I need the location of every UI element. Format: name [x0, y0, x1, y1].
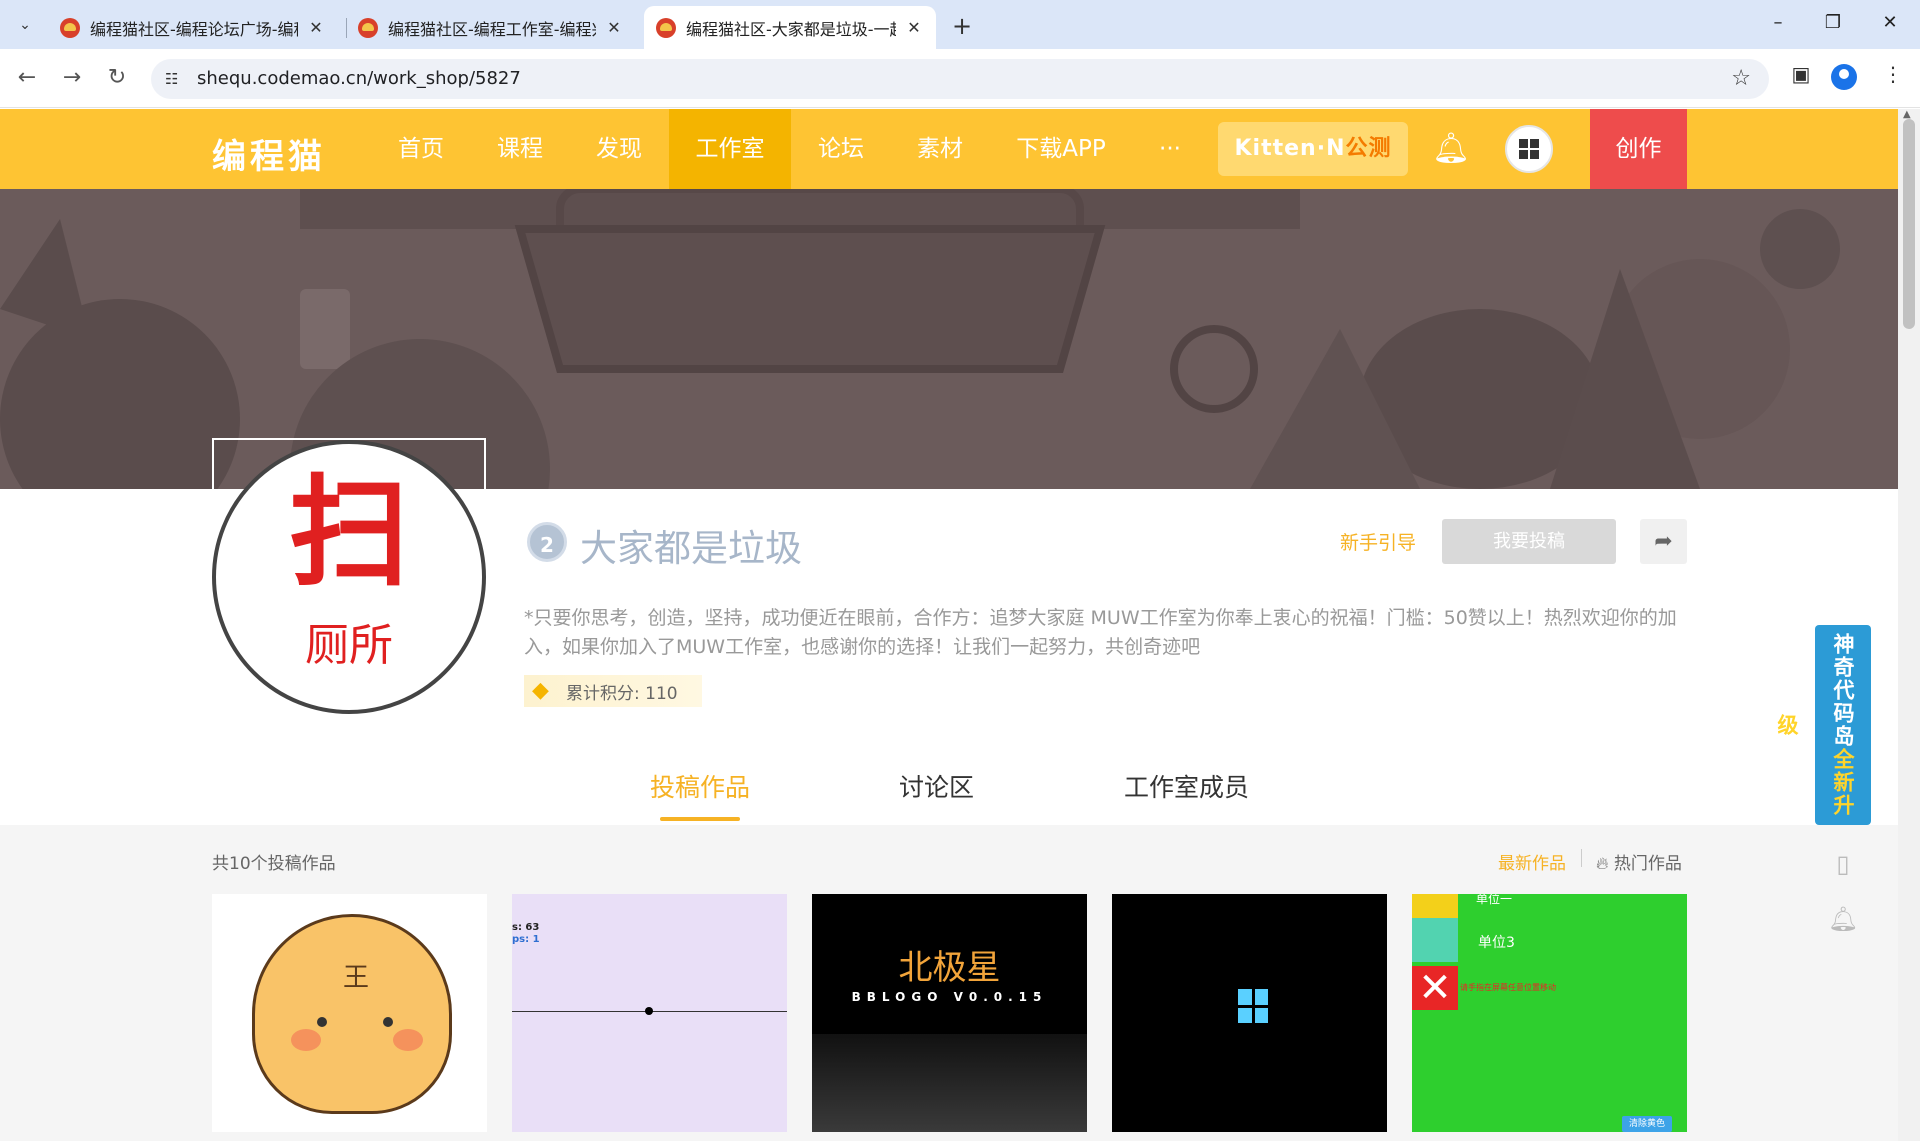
side-panel-icon[interactable]: ▣ [1786, 62, 1816, 86]
codemao-favicon-icon [656, 17, 676, 38]
tiger-eye [317, 1017, 327, 1027]
tab-discussion[interactable]: 讨论区 [899, 768, 974, 804]
browser-tabstrip: ⌄ 编程猫社区-编程论坛广场-编程 ✕ 编程猫社区-编程工作室-编程兴 ✕ 编程… [0, 0, 1920, 49]
studio-level-badge: 2 [527, 522, 567, 562]
kitten-label: Kitten·N [1234, 136, 1346, 161]
tab-submitted-works[interactable]: 投稿作品 [650, 768, 750, 804]
scrollbar-thumb[interactable] [1903, 119, 1915, 329]
codemao-favicon-icon [60, 17, 80, 38]
card5-clear-button: 清除黄色 [1622, 1116, 1672, 1132]
windows-logo-icon [1519, 139, 1539, 159]
minimize-icon[interactable]: – [1758, 12, 1798, 33]
card2-dot [645, 1007, 653, 1015]
tiger-eye [383, 1017, 393, 1027]
submit-work-button[interactable]: 我要投稿 [1442, 519, 1616, 564]
site-info-icon[interactable]: ☷ [165, 70, 178, 88]
studio-description: *只要你思考，创造，坚持，成功便近在眼前，合作方：追梦大家庭 MUW工作室为你奉… [524, 607, 1677, 658]
browser-toolbar: ← → ↻ ☷ shequ.codemao.cn/work_shop/5827 … [0, 49, 1920, 108]
card5-yellow-block [1412, 894, 1458, 918]
points-badge: ◆ 累计积分: 110 [524, 675, 702, 707]
close-icon[interactable]: ✕ [904, 18, 924, 37]
active-tab-underline [660, 817, 740, 821]
close-icon[interactable]: ✕ [604, 18, 624, 37]
profile-avatar-icon[interactable] [1831, 64, 1857, 90]
sort-popular-label: 热门作品 [1613, 854, 1682, 874]
fire-icon: 🔥︎ [1596, 854, 1609, 874]
new-tab-icon[interactable]: + [948, 12, 976, 40]
nav-home[interactable]: 首页 [385, 109, 457, 189]
nav-discover[interactable]: 发现 [583, 109, 655, 189]
card3-title: 北极星 [898, 948, 1001, 988]
points-label: 累计积分: 110 [566, 683, 678, 704]
work-card-2[interactable]: s: 63 ps: 1 [512, 894, 787, 1132]
reload-icon[interactable]: ↻ [102, 65, 132, 90]
card3-subtitle: BBLOGO V0.0.15 [851, 990, 1048, 1004]
avatar-frame [212, 438, 486, 498]
window-close-icon[interactable]: ✕ [1870, 12, 1910, 33]
windows-logo-icon [1238, 989, 1268, 1023]
url-text: shequ.codemao.cn/work_shop/5827 [197, 68, 521, 89]
card5-unit-label: 单位一 [1476, 894, 1513, 906]
work-card-3[interactable]: 北极星 BBLOGO V0.0.15 [812, 894, 1087, 1132]
card5-cyan-block [1412, 918, 1458, 962]
work-card-4[interactable] [1112, 894, 1387, 1132]
site-logo[interactable]: 编程猫 [212, 129, 326, 178]
browser-tab-3-active[interactable]: 编程猫社区-大家都是垃圾-一起 ✕ [644, 6, 936, 49]
tab-search-button[interactable]: ⌄ [10, 10, 40, 40]
card3-gradient [812, 1034, 1087, 1132]
sort-popular[interactable]: 🔥︎ 热门作品 [1596, 849, 1682, 874]
work-card-1[interactable]: 王 [212, 894, 487, 1132]
nav-more[interactable]: ··· [1145, 109, 1195, 189]
page-scrollbar[interactable]: ▲ [1898, 109, 1920, 1141]
studio-name: 大家都是垃圾 [580, 527, 802, 570]
card5-unit3-label: 单位3 [1478, 935, 1515, 951]
card2-fps-text: ps: 1 [512, 934, 540, 945]
user-avatar[interactable] [1505, 125, 1553, 173]
browser-tab-2[interactable]: 编程猫社区-编程工作室-编程兴 ✕ [346, 6, 636, 49]
bookmark-star-icon[interactable]: ☆ [1731, 66, 1751, 91]
kitten-beta-tag: 公测 [1345, 136, 1392, 161]
tiger-cheek [393, 1029, 423, 1051]
work-card-5[interactable]: 单位一 单位3 ✕ 请手指在屏幕任意位置移动 清除黄色 [1412, 894, 1687, 1132]
share-icon[interactable]: ➦ [1640, 519, 1687, 564]
browser-tab-1[interactable]: 编程猫社区-编程论坛广场-编程 ✕ [48, 6, 338, 49]
works-count: 共10个投稿作品 [212, 854, 336, 874]
tiger-thumbnail: 王 [252, 914, 452, 1114]
sort-divider [1581, 849, 1582, 867]
nav-download-app[interactable]: 下载APP [1006, 109, 1116, 189]
beginner-guide-link[interactable]: 新手引导 [1340, 528, 1416, 555]
card2-score-text: s: 63 [512, 922, 540, 933]
restore-icon[interactable]: ❐ [1813, 12, 1853, 33]
diamond-icon: ◆ [532, 678, 549, 703]
tab-members[interactable]: 工作室成员 [1124, 768, 1249, 804]
tab-title: 编程猫社区-编程论坛广场-编程 [90, 19, 298, 39]
close-x-icon: ✕ [1412, 966, 1458, 1010]
tab-title: 编程猫社区-大家都是垃圾-一起 [686, 19, 896, 39]
nav-studio[interactable]: 工作室 [669, 109, 791, 189]
codemao-favicon-icon [358, 17, 378, 38]
ad-text-a: 神奇代码岛 [1831, 633, 1855, 748]
mobile-icon[interactable]: ▯ [1815, 838, 1871, 890]
forward-icon[interactable]: → [57, 65, 87, 90]
tab-title: 编程猫社区-编程工作室-编程兴 [388, 19, 596, 39]
nav-forum[interactable]: 论坛 [805, 109, 877, 189]
more-menu-icon[interactable]: ⋮ [1878, 62, 1908, 86]
tiger-forehead-mark: 王 [343, 963, 370, 993]
create-button[interactable]: 创作 [1590, 109, 1687, 189]
sort-newest[interactable]: 最新作品 [1498, 849, 1566, 874]
back-icon[interactable]: ← [12, 65, 42, 90]
close-icon[interactable]: ✕ [306, 18, 326, 37]
studio-avatar-subtext: 厕所 [305, 620, 393, 671]
notification-bell-icon[interactable]: 🔔︎ [1815, 893, 1871, 945]
bell-icon[interactable]: 🔔︎ [1432, 131, 1470, 166]
code-island-ad[interactable]: 神奇代码岛全新升级 [1775, 625, 1871, 825]
address-bar[interactable]: ☷ shequ.codemao.cn/work_shop/5827 ☆ [151, 59, 1769, 99]
nav-materials[interactable]: 素材 [904, 109, 976, 189]
kitten-n-beta-button[interactable]: Kitten·N公测 [1218, 122, 1408, 176]
card5-hint-text: 请手指在屏幕任意位置移动 [1460, 983, 1556, 992]
nav-courses[interactable]: 课程 [484, 109, 556, 189]
tiger-cheek [291, 1029, 321, 1051]
site-header: 编程猫 首页 课程 发现 工作室 论坛 素材 下载APP ··· Kitten·… [0, 109, 1898, 189]
